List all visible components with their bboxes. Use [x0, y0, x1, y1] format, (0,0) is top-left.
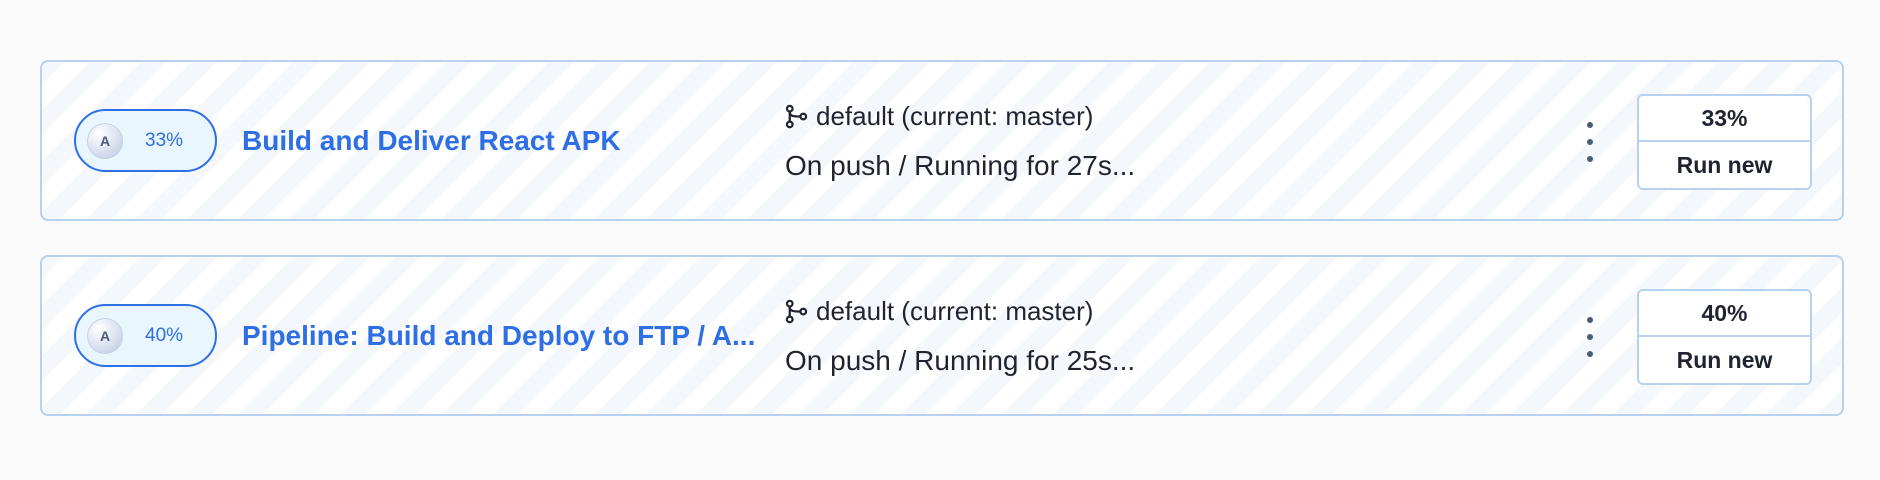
run-new-button[interactable]: Run new: [1639, 142, 1810, 188]
progress-percent: 33%: [145, 129, 184, 151]
avatar: A: [87, 122, 123, 159]
run-actions: 33% Run new: [1637, 94, 1812, 190]
branch-info: default (current: master): [783, 101, 1093, 132]
vertical-dots-icon: [1587, 122, 1593, 128]
branch-label: default (current: master): [816, 296, 1094, 326]
branch-label: default (current: master): [816, 101, 1094, 131]
vertical-dots-icon: [1587, 351, 1593, 357]
branch-info: default (current: master): [783, 296, 1093, 327]
git-branch-icon: [785, 299, 808, 324]
vertical-dots-icon: [1587, 317, 1593, 323]
git-branch-icon: [785, 104, 808, 129]
run-status: On push / Running for 27s...: [785, 150, 1136, 181]
run-actions: 40% Run new: [1637, 289, 1812, 385]
progress-pill[interactable]: A 33%: [74, 109, 217, 172]
pipeline-name-link[interactable]: Pipeline: Build and Deploy to FTP / A...: [242, 320, 794, 352]
avatar: A: [87, 317, 123, 354]
run-progress-percent: 40%: [1639, 291, 1810, 337]
pipeline-card: A 40% Pipeline: Build and Deploy to FTP …: [40, 255, 1844, 416]
progress-percent: 40%: [145, 324, 184, 346]
run-new-button[interactable]: Run new: [1639, 337, 1810, 383]
vertical-dots-icon: [1587, 139, 1593, 145]
pipeline-name-link[interactable]: Build and Deliver React APK: [242, 125, 794, 157]
vertical-dots-icon: [1587, 156, 1593, 162]
progress-pill[interactable]: A 40%: [74, 304, 217, 367]
vertical-dots-icon: [1587, 334, 1593, 340]
run-status: On push / Running for 25s...: [785, 345, 1136, 376]
run-progress-percent: 33%: [1639, 96, 1810, 142]
more-options-button[interactable]: [1580, 122, 1600, 162]
pipeline-list: A 33% Build and Deliver React APK defaul…: [40, 60, 1844, 450]
pipeline-card: A 33% Build and Deliver React APK defaul…: [40, 60, 1844, 221]
more-options-button[interactable]: [1580, 317, 1600, 357]
